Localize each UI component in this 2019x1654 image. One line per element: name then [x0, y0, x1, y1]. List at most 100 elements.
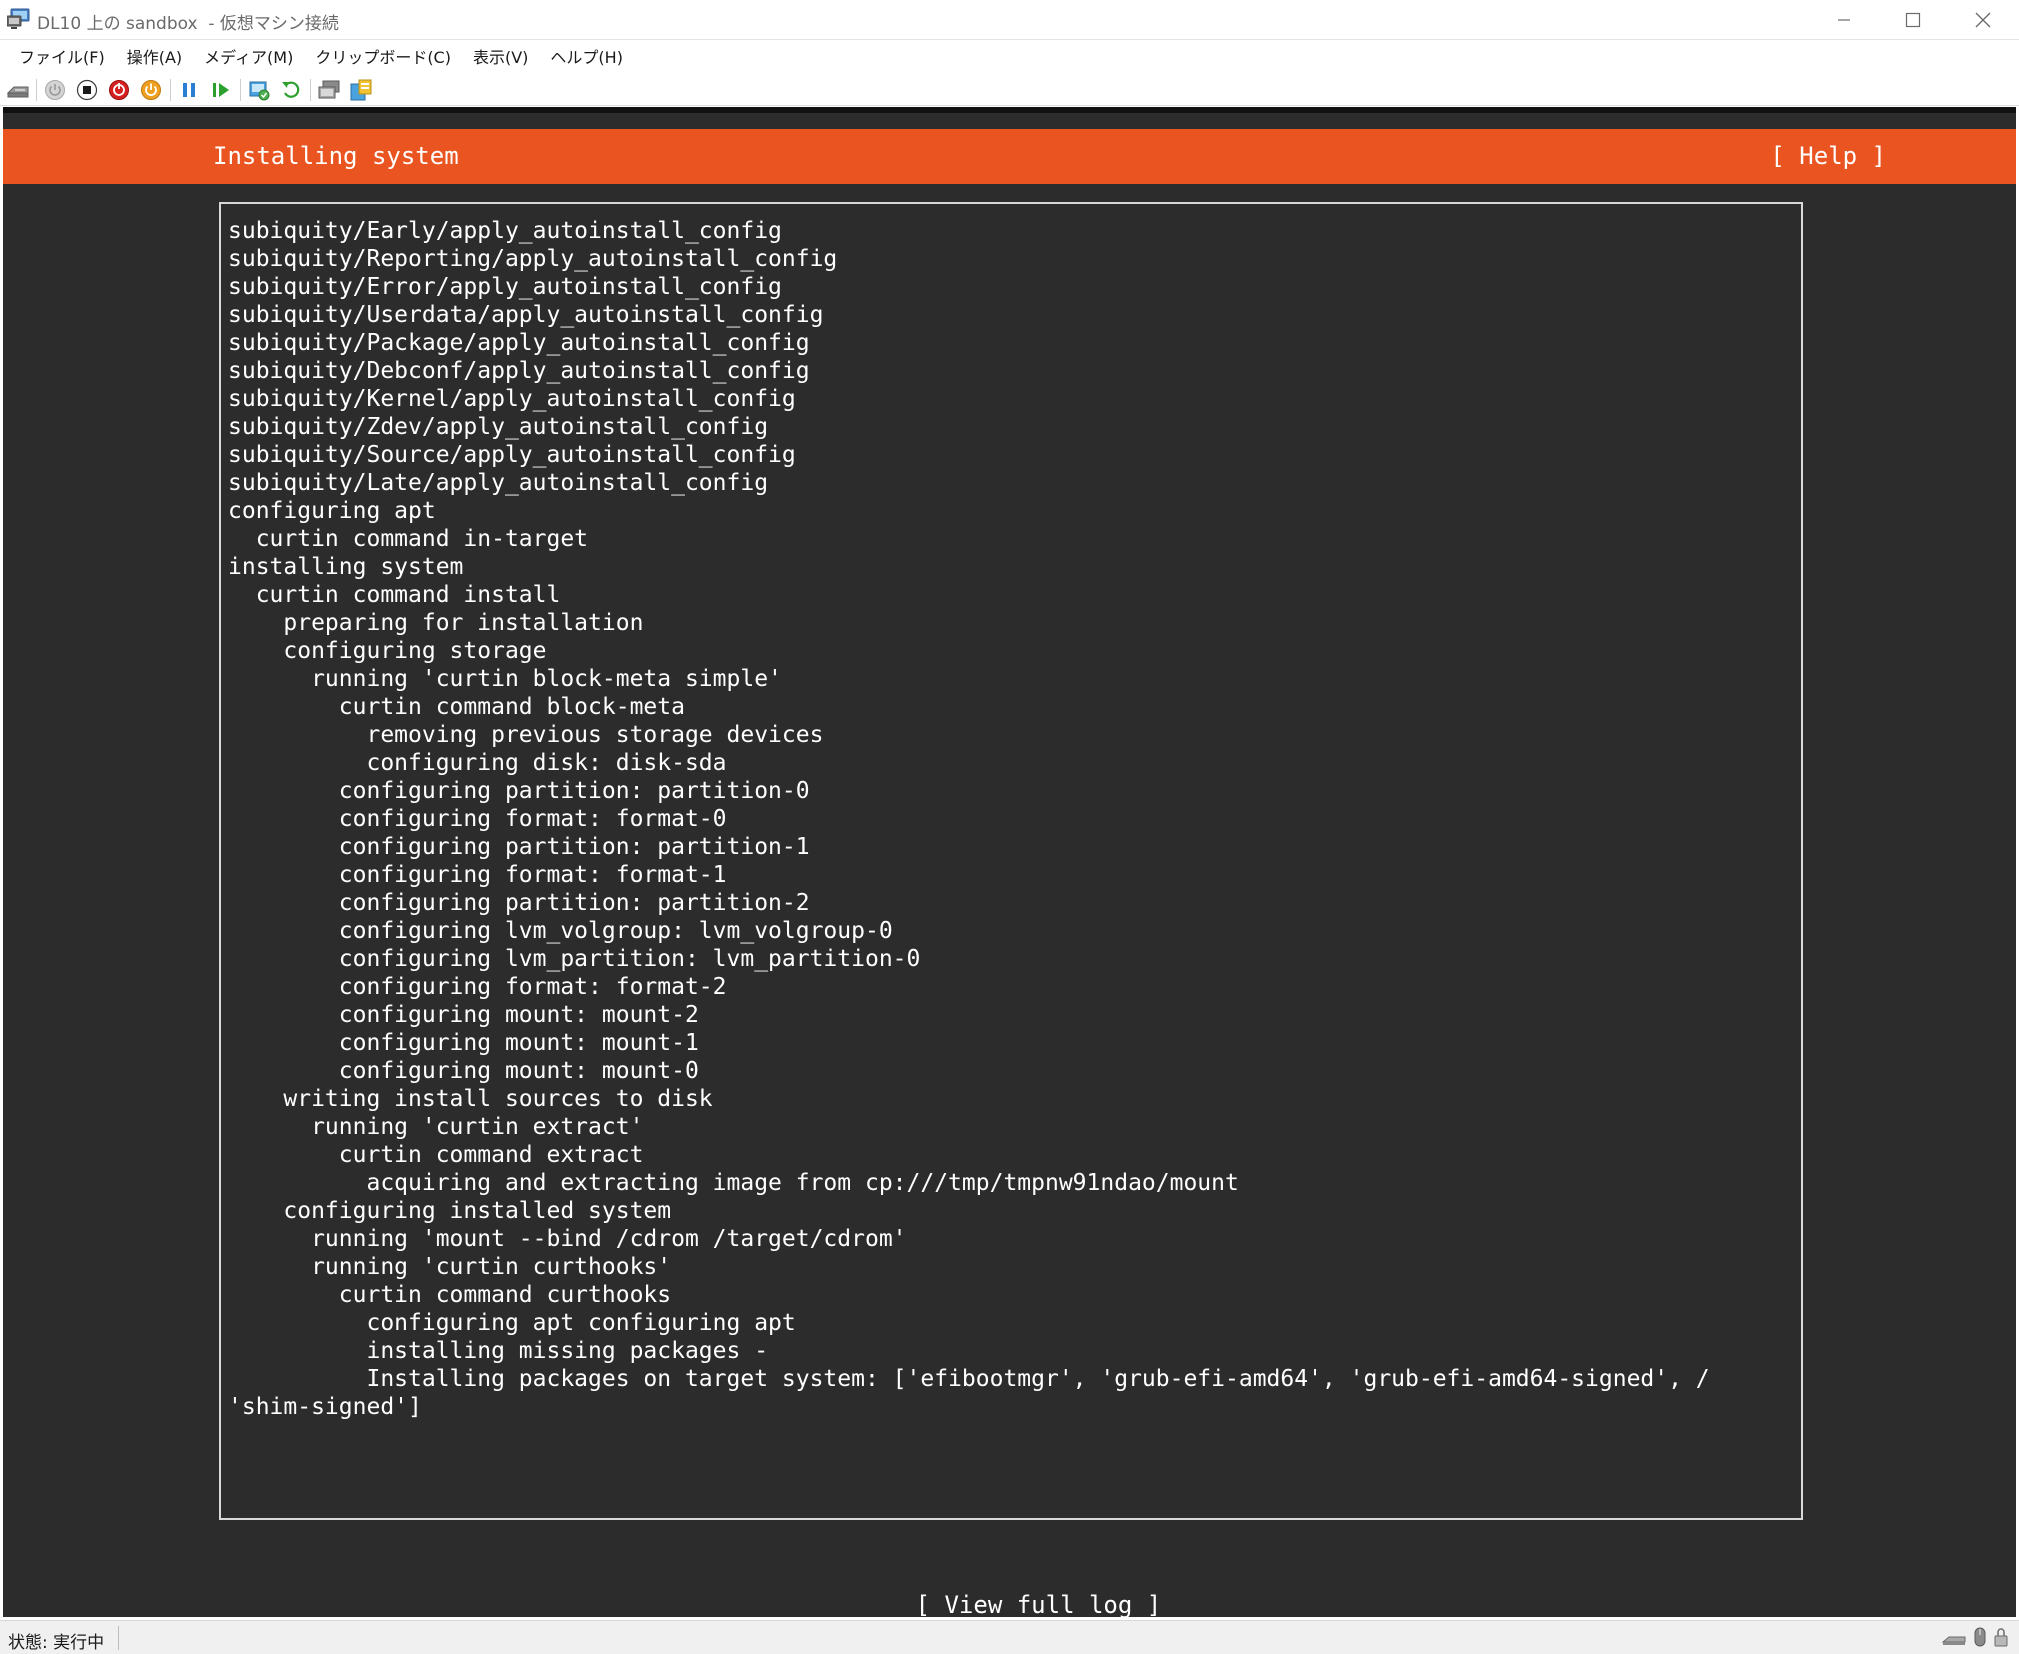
menu-view[interactable]: 表示(V) [462, 40, 539, 72]
log-line: running 'curtin curthooks' [228, 1254, 672, 1280]
log-line: curtin command extract [228, 1142, 644, 1168]
window-title: DL10 上の sandbox - 仮想マシン接続 [37, 14, 339, 34]
enhanced-session-button[interactable] [316, 77, 342, 103]
status-text: 状態: 実行中 [8, 1633, 105, 1653]
log-line: subiquity/Userdata/apply_autoinstall_con… [228, 302, 824, 328]
view-full-log-label[interactable]: [ View full log ] [916, 1591, 1162, 1617]
log-line: running 'curtin block-meta simple' [228, 666, 782, 692]
install-log: subiquity/Early/apply_autoinstall_config… [228, 217, 1794, 1421]
lock-icon [1994, 1628, 2008, 1647]
log-line: configuring apt [228, 498, 436, 524]
toolbar-separator [240, 79, 241, 101]
maximize-button[interactable] [1878, 0, 1948, 40]
log-line: subiquity/Early/apply_autoinstall_config [228, 218, 782, 244]
log-line: configuring partition: partition-2 [228, 890, 810, 916]
toolbar-separator [36, 79, 37, 101]
view-full-log-button[interactable]: [ View full log ] [3, 1563, 2016, 1617]
log-line: removing previous storage devices [228, 722, 824, 748]
enhanced-session-icon [318, 80, 340, 99]
installer-header: Installing system [ Help ] [3, 129, 2016, 184]
turn-off-icon [76, 79, 98, 101]
log-line: configuring mount: mount-0 [228, 1058, 699, 1084]
window-title-bar: DL10 上の sandbox - 仮想マシン接続 [0, 0, 2019, 40]
log-line: subiquity/Debconf/apply_autoinstall_conf… [228, 358, 810, 384]
pause-button[interactable] [176, 77, 202, 103]
menu-clipboard[interactable]: クリップボード(C) [304, 40, 462, 72]
resume-icon [213, 83, 229, 97]
status-bar: 状態: 実行中 [0, 1620, 2019, 1654]
log-line: configuring lvm_volgroup: lvm_volgroup-0 [228, 918, 893, 944]
ctrl-alt-del-button[interactable] [5, 77, 31, 103]
menu-bar: ファイル(F) 操作(A) メディア(M) クリップボード(C) 表示(V) ヘ… [0, 40, 2019, 72]
shut-down-button[interactable] [106, 77, 132, 103]
status-separator [118, 1626, 119, 1650]
checkpoint-button[interactable] [246, 77, 272, 103]
share-button[interactable] [348, 77, 374, 103]
toolbar [0, 72, 2019, 106]
menu-file[interactable]: ファイル(F) [8, 40, 116, 72]
minimize-button[interactable] [1809, 0, 1879, 40]
close-button[interactable] [1948, 0, 2018, 40]
log-line: acquiring and extracting image from cp:/… [228, 1170, 1239, 1196]
vm-connection-icon [6, 8, 31, 30]
log-line: configuring storage [228, 638, 547, 664]
log-line: configuring lvm_partition: lvm_partition… [228, 946, 921, 972]
status-icons [1941, 1626, 2009, 1648]
log-line: installing system [228, 554, 464, 580]
share-icon [350, 79, 372, 101]
log-line: running 'mount --bind /cdrom /target/cdr… [228, 1226, 907, 1252]
minimize-icon [1838, 19, 1850, 21]
maximize-icon [1905, 12, 1921, 28]
menu-action[interactable]: 操作(A) [116, 40, 193, 72]
log-line: configuring disk: disk-sda [228, 750, 727, 776]
log-line: curtin command curthooks [228, 1282, 672, 1308]
revert-icon [282, 81, 300, 98]
log-line: Installing packages on target system: ['… [228, 1366, 1710, 1392]
revert-button[interactable] [278, 77, 304, 103]
log-line: installing missing packages - [228, 1338, 769, 1364]
shut-down-icon [109, 80, 129, 100]
log-line: configuring mount: mount-2 [228, 1002, 699, 1028]
log-line: configuring installed system [228, 1198, 672, 1224]
log-line: subiquity/Package/apply_autoinstall_conf… [228, 330, 810, 356]
log-line: configuring apt configuring apt [228, 1310, 796, 1336]
start-icon [45, 80, 65, 100]
save-icon [141, 80, 161, 100]
log-line: configuring format: format-1 [228, 862, 727, 888]
toolbar-separator [170, 79, 171, 101]
log-line: configuring format: format-0 [228, 806, 727, 832]
close-icon [1975, 12, 1991, 28]
log-line: configuring format: format-2 [228, 974, 727, 1000]
log-line: subiquity/Kernel/apply_autoinstall_confi… [228, 386, 796, 412]
start-button[interactable] [42, 77, 68, 103]
log-line: 'shim-signed'] [228, 1394, 422, 1420]
page-title: Installing system [213, 142, 459, 170]
log-line: configuring mount: mount-1 [228, 1030, 699, 1056]
log-line: writing install sources to disk [228, 1086, 713, 1112]
help-button[interactable]: [ Help ] [1770, 142, 1886, 170]
checkpoint-icon [249, 81, 270, 101]
log-line: subiquity/Error/apply_autoinstall_config [228, 274, 782, 300]
menu-media[interactable]: メディア(M) [193, 40, 304, 72]
install-log-box: subiquity/Early/apply_autoinstall_config… [219, 202, 1803, 1520]
toolbar-separator [310, 79, 311, 101]
log-line: curtin command block-meta [228, 694, 685, 720]
mouse-icon [1974, 1627, 1986, 1647]
save-button[interactable] [138, 77, 164, 103]
menu-help[interactable]: ヘルプ(H) [539, 40, 634, 72]
log-line: configuring partition: partition-0 [228, 778, 810, 804]
pause-icon [183, 83, 195, 97]
turn-off-button[interactable] [74, 77, 100, 103]
log-line: preparing for installation [228, 610, 644, 636]
ctrl-alt-del-icon [6, 86, 29, 98]
log-line: subiquity/Zdev/apply_autoinstall_config [228, 414, 769, 440]
resume-button[interactable] [208, 77, 234, 103]
keyboard-icon [1941, 1636, 1966, 1645]
log-line: running 'curtin extract' [228, 1114, 644, 1140]
log-line: subiquity/Source/apply_autoinstall_confi… [228, 442, 796, 468]
log-line: curtin command in-target [228, 526, 589, 552]
log-line: subiquity/Reporting/apply_autoinstall_co… [228, 246, 838, 272]
log-line: subiquity/Late/apply_autoinstall_config [228, 470, 769, 496]
vm-display[interactable]: Installing system [ Help ] subiquity/Ear… [3, 107, 2016, 1617]
log-line: curtin command install [228, 582, 561, 608]
